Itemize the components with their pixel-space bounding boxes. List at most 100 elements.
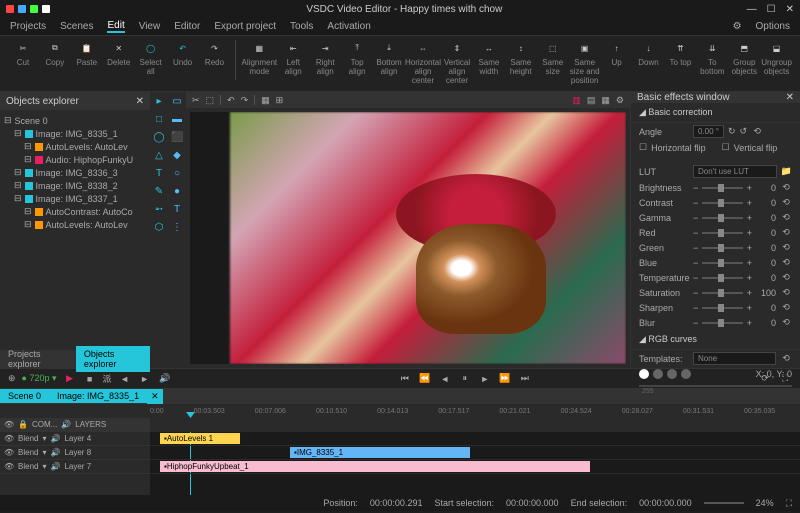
dec-icon[interactable]: − xyxy=(693,288,698,298)
red-slider[interactable] xyxy=(702,232,742,234)
frame-back-icon[interactable]: ◄ xyxy=(438,372,452,386)
stop-button[interactable]: ■ xyxy=(83,372,97,386)
reset-icon[interactable]: ⟲ xyxy=(780,212,792,223)
same-width-button[interactable]: ↔Same width xyxy=(474,40,504,76)
zoom-slider[interactable] xyxy=(704,502,744,504)
tool-icon[interactable]: ⬚ xyxy=(206,95,215,106)
menu-tools[interactable]: Tools xyxy=(290,21,313,32)
gear-icon[interactable]: ⚙ xyxy=(733,21,742,32)
saturation-slider[interactable] xyxy=(702,292,742,294)
v-center-button[interactable]: ⇕Vertical align center xyxy=(442,40,472,85)
audio-icon[interactable]: 🔊 xyxy=(50,434,60,443)
group-button[interactable]: ⬒Group objects xyxy=(729,40,759,76)
to-bottom-button[interactable]: ⇊To bottom xyxy=(697,40,727,76)
menu-editor[interactable]: Editor xyxy=(174,21,200,32)
inc-icon[interactable]: + xyxy=(747,228,752,238)
tree-item[interactable]: ⊟AutoLevels: AutoLev xyxy=(4,218,146,231)
video-preview[interactable] xyxy=(190,112,626,364)
redo-icon[interactable]: ↷ xyxy=(241,95,249,106)
inc-icon[interactable]: + xyxy=(747,258,752,268)
dec-icon[interactable]: − xyxy=(693,303,698,313)
tree-item[interactable]: ⊟Image: IMG_8336_3 xyxy=(4,166,146,179)
angle-input[interactable]: 0.00 ° xyxy=(693,125,724,138)
reset-icon[interactable]: ⟲ xyxy=(780,182,792,193)
tool-icon[interactable]: T xyxy=(153,168,165,180)
inc-icon[interactable]: + xyxy=(747,318,752,328)
tool-icon[interactable]: △ xyxy=(153,150,165,162)
undo-button[interactable]: ↶Undo xyxy=(168,40,198,67)
play-button[interactable]: ▶ xyxy=(63,372,77,386)
dec-icon[interactable]: − xyxy=(693,318,698,328)
maximize-button[interactable]: ☐ xyxy=(767,4,776,15)
loop-icon[interactable]: ⟳ xyxy=(758,372,772,386)
resolution-selector[interactable]: ● 720p ▾ xyxy=(22,373,57,384)
settings-icon[interactable]: ⚙ xyxy=(616,95,624,106)
timeline-clip[interactable]: ▪ IMG_8335_1 xyxy=(290,447,470,458)
rgb-curves-header[interactable]: ◢ RGB curves xyxy=(631,330,800,350)
down-button[interactable]: ↓Down xyxy=(634,40,664,67)
chevron-down-icon[interactable]: ▾ xyxy=(42,434,46,443)
eye-icon[interactable]: 👁 xyxy=(4,462,14,471)
curves-editor[interactable]: 255 xyxy=(639,385,792,387)
panel-close-icon[interactable]: ✕ xyxy=(786,92,794,103)
options-link[interactable]: Options xyxy=(756,21,790,32)
lut-dropdown[interactable]: Don't use LUT xyxy=(693,165,777,178)
timeline-tab-image[interactable]: Image: IMG_8335_1 xyxy=(49,389,147,403)
eye-icon[interactable]: 👁 xyxy=(4,434,14,443)
same-size-button[interactable]: ⬚Same size xyxy=(538,40,568,76)
track-content[interactable]: ▪ AutoLevels 1▪ IMG_8335_1 ▪ HiphopFunkyU… xyxy=(150,418,800,495)
channel-red[interactable] xyxy=(653,369,663,379)
channel-blue[interactable] xyxy=(681,369,691,379)
tree-item[interactable]: ⊟Audio: HiphopFunkyU xyxy=(4,153,146,166)
skip-end-icon[interactable]: ⏭ xyxy=(518,372,532,386)
layout-icon[interactable]: ▦ xyxy=(601,95,610,106)
up-button[interactable]: ↑Up xyxy=(602,40,632,67)
templates-dropdown[interactable]: None xyxy=(693,352,776,365)
select-all-button[interactable]: ◯Select all xyxy=(136,40,166,76)
tool-icon[interactable]: ◆ xyxy=(171,150,183,162)
ungroup-button[interactable]: ⬓Ungroup objects xyxy=(761,40,792,76)
track-header[interactable]: 👁Blend▾🔊Layer 8 xyxy=(0,446,150,460)
frame-fwd-icon[interactable]: ► xyxy=(478,372,492,386)
dec-icon[interactable]: − xyxy=(693,213,698,223)
skip-start-icon[interactable]: ⏮ xyxy=(398,372,412,386)
tool-icon[interactable]: ▸ xyxy=(153,96,165,108)
left-align-button[interactable]: ⇤Left align xyxy=(278,40,308,76)
layout-icon[interactable]: ▤ xyxy=(587,95,596,106)
inc-icon[interactable]: + xyxy=(747,303,752,313)
channel-white[interactable] xyxy=(639,369,649,379)
channel-green[interactable] xyxy=(667,369,677,379)
dec-icon[interactable]: − xyxy=(693,258,698,268)
panel-close-icon[interactable]: ✕ xyxy=(136,96,144,107)
same-height-button[interactable]: ↕Same height xyxy=(506,40,536,76)
to-top-button[interactable]: ⇈To top xyxy=(665,40,695,67)
green-slider[interactable] xyxy=(702,247,742,249)
inc-icon[interactable]: + xyxy=(747,198,752,208)
hflip-checkbox[interactable]: ☐ xyxy=(639,142,647,153)
align-icon[interactable]: ⊞ xyxy=(276,95,284,106)
dec-icon[interactable]: − xyxy=(693,243,698,253)
tool-icon[interactable]: ✎ xyxy=(153,186,165,198)
blue-slider[interactable] xyxy=(702,262,742,264)
dec-icon[interactable]: − xyxy=(693,198,698,208)
timeline-clip[interactable]: ▪ HiphopFunkyUpbeat_1 xyxy=(160,461,590,472)
tool-icon[interactable]: ⋮ xyxy=(171,222,183,234)
close-button[interactable]: ✕ xyxy=(786,4,794,15)
step-fwd-icon[interactable]: ⏩ xyxy=(498,372,512,386)
track-row[interactable]: ▪ AutoLevels 1 xyxy=(150,432,800,446)
expand-icon[interactable]: ⛶ xyxy=(786,498,792,509)
inc-icon[interactable]: + xyxy=(747,288,752,298)
add-icon[interactable]: ⊕ xyxy=(8,373,16,384)
prev-button[interactable]: ◄ xyxy=(118,372,132,386)
tool-icon[interactable]: ● xyxy=(171,186,183,198)
track-header[interactable]: 👁Blend▾🔊Layer 7 xyxy=(0,460,150,474)
audio-icon[interactable]: 🔊 xyxy=(61,420,71,429)
copy-button[interactable]: ⧉Copy xyxy=(40,40,70,67)
tool-icon[interactable]: ○ xyxy=(171,168,183,180)
basic-correction-header[interactable]: ◢ Basic correction xyxy=(631,103,800,123)
alignment-mode-button[interactable]: ▦Alignment mode xyxy=(242,40,276,76)
tab-projects-explorer[interactable]: Projects explorer xyxy=(0,346,76,372)
rotate-ccw-icon[interactable]: ↺ xyxy=(740,126,748,137)
gamma-slider[interactable] xyxy=(702,217,742,219)
blur-slider[interactable] xyxy=(702,322,742,324)
